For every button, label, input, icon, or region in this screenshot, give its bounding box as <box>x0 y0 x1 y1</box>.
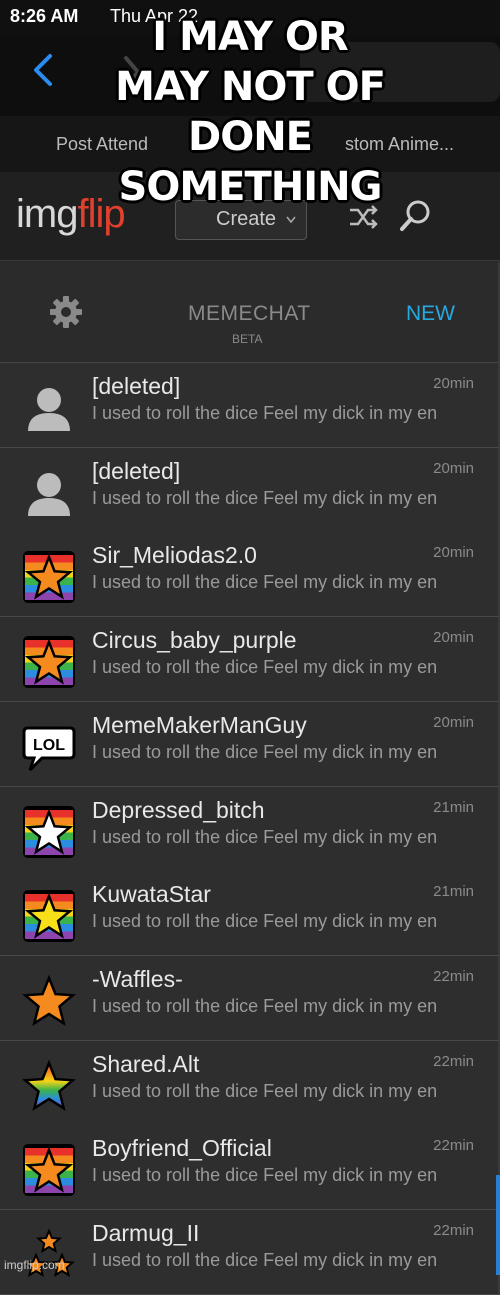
chat-row[interactable]: Shared.Alt I used to roll the dice Feel m… <box>0 1040 500 1126</box>
chat-time: 22min <box>433 967 474 985</box>
chat-username: KuwataStar <box>92 881 211 908</box>
back-arrow-icon[interactable] <box>30 50 60 90</box>
chat-message-preview: I used to roll the dice Feel my dick in … <box>92 1250 438 1270</box>
beta-label: BETA <box>232 332 263 346</box>
chat-time: 21min <box>433 883 474 901</box>
chat-time: 20min <box>433 544 474 562</box>
person-icon <box>28 472 70 516</box>
chat-username: -Waffles- <box>92 965 183 992</box>
chat-row[interactable]: [deleted] I used to roll the dice Feel my… <box>0 447 500 533</box>
chat-username: Darmug_II <box>92 1220 200 1246</box>
person-icon <box>28 388 70 431</box>
chat-time: 21min <box>433 798 474 816</box>
chat-username: Shared.Alt <box>92 1050 200 1077</box>
chat-username: [deleted] <box>92 457 181 484</box>
orange-star-icon <box>22 974 76 1026</box>
chat-message-preview: I used to roll the dice Feel my dick in … <box>92 572 438 593</box>
chat-row[interactable]: Boyfriend_Official I used to roll the dic… <box>0 1125 500 1211</box>
chat-username: Sir_Meliodas2.0 <box>92 542 257 569</box>
chat-message-preview: I used to roll the dice Feel my dick in … <box>92 1165 438 1186</box>
rainbow-orange-star-icon <box>23 551 75 604</box>
chat-time: 20min <box>433 629 474 647</box>
triple-star-icon <box>23 1228 75 1277</box>
chat-row[interactable]: KuwataStar I used to roll the dice Feel m… <box>0 871 500 957</box>
memechat-title: MEMECHAT <box>188 302 311 325</box>
chat-time: 22min <box>433 1222 474 1239</box>
chat-username: Depressed_bitch <box>92 796 265 823</box>
svg-text:LOL: LOL <box>33 737 65 754</box>
chat-row[interactable]: -Waffles- I used to roll the dice Feel my… <box>0 955 500 1041</box>
status-time: 8:26 AM <box>10 6 79 26</box>
chat-message-preview: I used to roll the dice Feel my dick in … <box>92 487 438 508</box>
chat-time: 20min <box>433 459 474 477</box>
chat-row[interactable]: LOL MemeMakerManGuy I used to roll the dic… <box>0 701 500 787</box>
chat-username: Boyfriend_Official <box>92 1135 272 1162</box>
chat-message-preview: I used to roll the dice Feel my dick in … <box>92 995 438 1016</box>
search-icon[interactable] <box>398 198 434 234</box>
chat-message-preview: I used to roll the dice Feel my dick in … <box>92 826 438 847</box>
chat-username: MemeMakerManGuy <box>92 711 307 738</box>
chat-row[interactable]: Darmug_II I used to roll the dice Feel my… <box>0 1210 500 1295</box>
memechat-header: MEMECHAT BETA NEW <box>0 262 500 363</box>
chat-row[interactable]: Sir_Meliodas2.0 I used to roll the dice F… <box>0 532 500 618</box>
chat-time: 22min <box>433 1137 474 1155</box>
chat-message-preview: I used to roll the dice Feel my dick in … <box>92 657 438 678</box>
chat-row[interactable]: Circus_baby_purple I used to roll the dic… <box>0 617 500 703</box>
rainbow-white-star-icon <box>23 805 75 858</box>
rainbow-yellow-star-icon <box>23 890 75 943</box>
chat-row[interactable]: [deleted] I used to roll the dice Feel my… <box>0 363 500 448</box>
rainbow-orange-star-icon <box>23 636 75 689</box>
chat-message-preview: I used to roll the dice Feel my dick in … <box>92 741 438 762</box>
chat-time: 20min <box>433 375 474 392</box>
chat-username: Circus_baby_purple <box>92 627 297 654</box>
chat-message-preview: I used to roll the dice Feel my dick in … <box>92 403 438 423</box>
chat-time: 20min <box>433 713 474 731</box>
rainbow-orange-star-icon <box>23 1144 75 1197</box>
new-chat-button[interactable]: NEW <box>406 302 455 326</box>
meme-caption: I MAY OR MAY NOT OF DONE SOMETHING <box>115 14 386 210</box>
chat-username: [deleted] <box>92 373 181 399</box>
chat-row[interactable]: Depressed_bitch I used to roll the dice F… <box>0 786 500 872</box>
lol-bubble-icon: LOL <box>22 726 76 771</box>
imgflip-watermark: imgflip.com <box>4 1258 65 1272</box>
rainbow-star-icon <box>22 1059 76 1111</box>
chevron-down-icon <box>286 216 296 224</box>
chat-time: 22min <box>433 1052 474 1070</box>
chat-message-preview: I used to roll the dice Feel my dick in … <box>92 911 438 932</box>
scroll-indicator[interactable] <box>496 1175 500 1275</box>
chat-message-preview: I used to roll the dice Feel my dick in … <box>92 1080 438 1101</box>
gear-icon[interactable] <box>48 294 84 330</box>
